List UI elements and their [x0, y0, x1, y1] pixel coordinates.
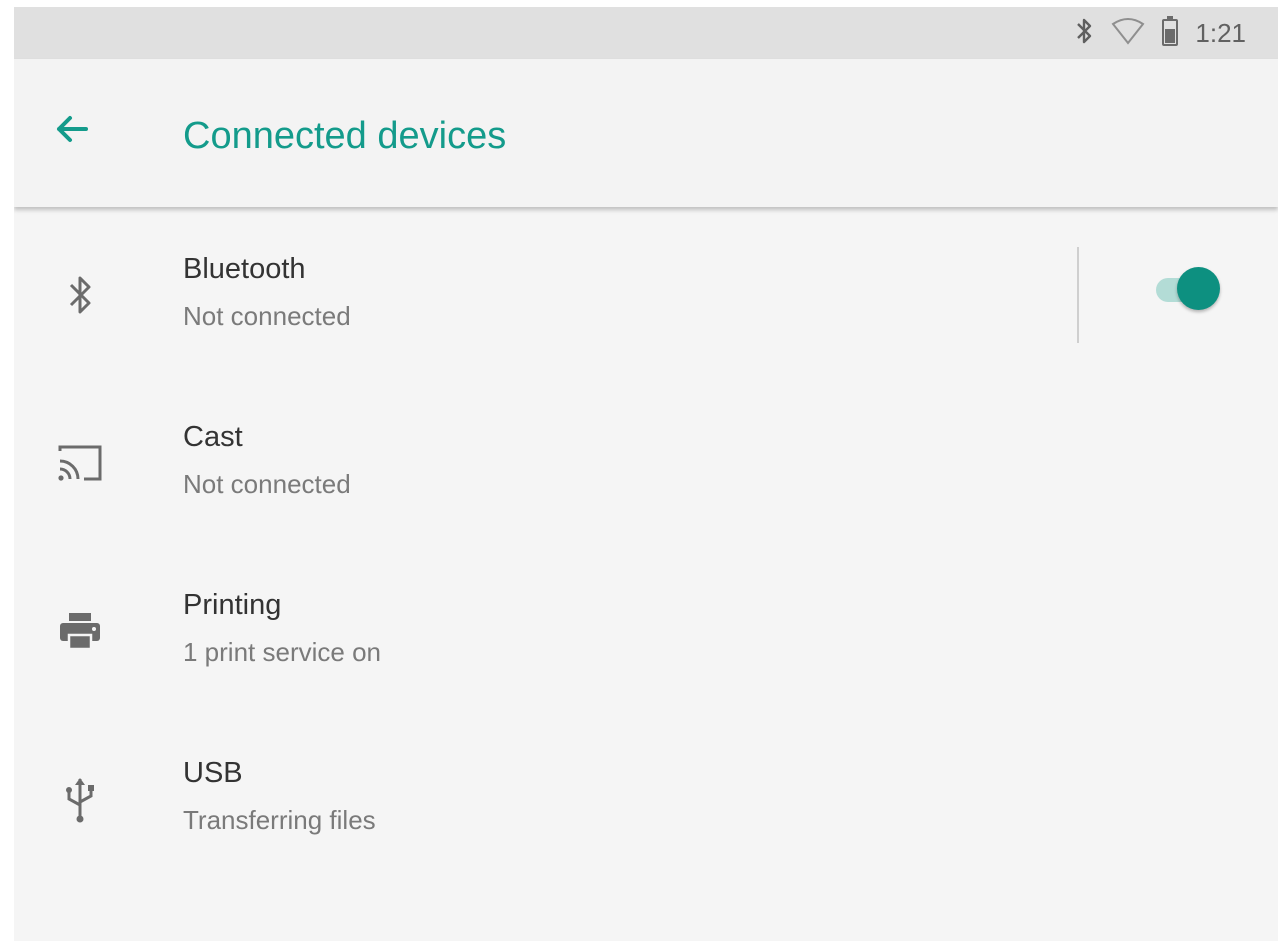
usb-icon [52, 771, 108, 827]
row-subtitle: Not connected [183, 301, 351, 331]
usb-setting-row[interactable]: USB Transferring files [14, 711, 1278, 861]
app-bar: Connected devices [14, 59, 1278, 207]
row-subtitle: 1 print service on [183, 637, 381, 667]
page-title: Connected devices [183, 115, 507, 157]
status-bar: 1:21 [14, 7, 1278, 59]
row-title: Printing [183, 589, 282, 621]
row-subtitle: Not connected [183, 469, 351, 499]
wifi-status-icon [1111, 16, 1145, 51]
row-divider [1077, 247, 1079, 343]
row-title: USB [183, 757, 243, 789]
cast-setting-row[interactable]: Cast Not connected [14, 375, 1278, 525]
row-title: Bluetooth [183, 253, 306, 285]
toggle-thumb [1177, 267, 1220, 310]
bluetooth-icon [52, 267, 108, 323]
printer-icon [52, 603, 108, 659]
row-subtitle: Transferring files [183, 805, 376, 835]
back-arrow-icon [57, 116, 88, 142]
bluetooth-toggle[interactable] [1152, 267, 1222, 313]
bluetooth-setting-row[interactable]: Bluetooth Not connected [14, 207, 1278, 357]
battery-status-icon [1161, 15, 1179, 52]
row-title: Cast [183, 421, 243, 453]
back-button[interactable] [44, 101, 100, 157]
status-icons: 1:21 [1075, 7, 1246, 59]
status-time: 1:21 [1195, 17, 1246, 48]
settings-screen: 1:21 Connected devices Bluetooth Not con… [14, 7, 1278, 941]
printing-setting-row[interactable]: Printing 1 print service on [14, 543, 1278, 693]
bluetooth-status-icon [1075, 16, 1095, 51]
cast-icon [52, 435, 108, 491]
